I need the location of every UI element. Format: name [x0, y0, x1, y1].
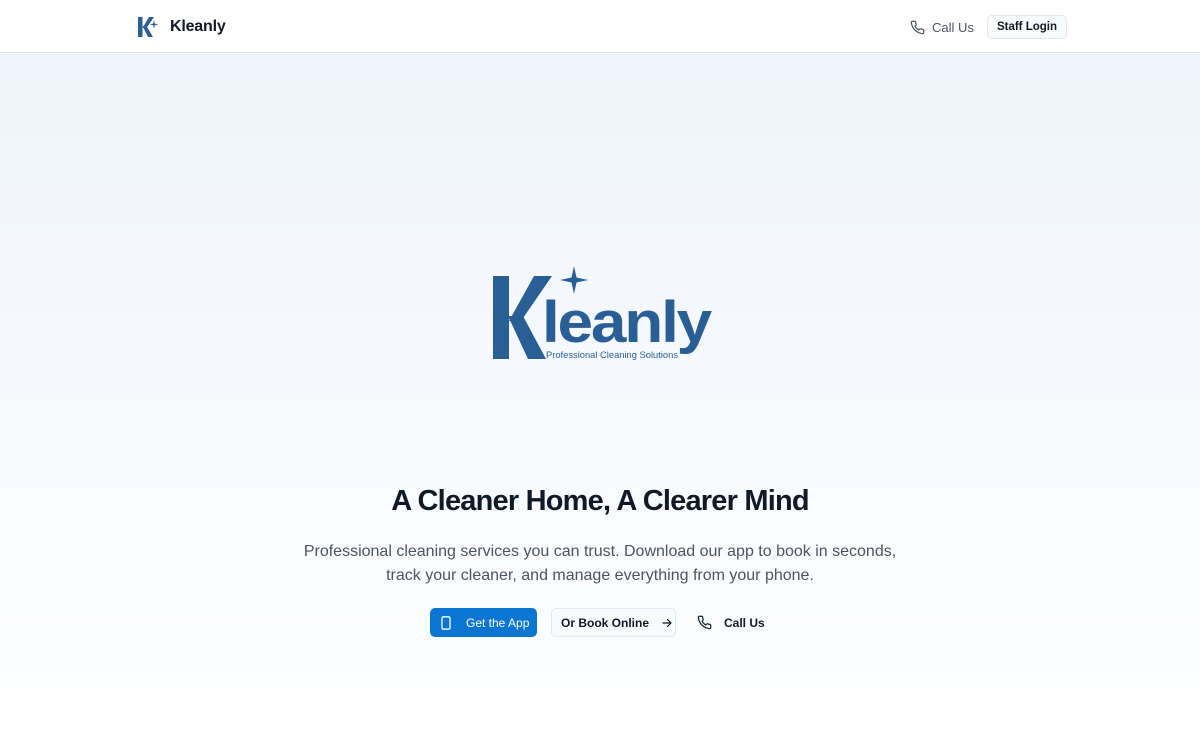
smartphone-icon — [441, 615, 451, 630]
brand-home-link[interactable]: Kleanly — [137, 14, 226, 40]
book-online-label: Or Book Online — [561, 615, 650, 630]
hero-section: leanly Professional Cleaning Solutions A… — [0, 54, 1200, 750]
kleanly-logo-icon — [138, 17, 159, 37]
hero-title: A Cleaner Home, A Clearer Mind — [391, 485, 809, 517]
phone-icon — [697, 615, 712, 630]
arrow-right-icon — [662, 618, 672, 627]
phone-icon — [910, 20, 925, 34]
hero-call-us-button[interactable]: Call Us — [697, 608, 765, 637]
get-the-app-button[interactable]: Get the App — [430, 608, 537, 637]
hero-subtitle: Professional cleaning services you can t… — [303, 543, 897, 584]
nav-actions: Call Us Staff Login — [910, 15, 1067, 39]
hero-logo-wordmark: leanly — [542, 290, 712, 355]
top-navbar: Kleanly Call Us Staff Login — [0, 0, 1200, 53]
nav-call-us-link[interactable]: Call Us — [910, 20, 974, 35]
staff-login-button[interactable]: Staff Login — [986, 15, 1067, 39]
brand-name: Kleanly — [170, 18, 226, 35]
hero-cta-row: Get the App Or Book Online Call Us — [430, 608, 765, 637]
hero-call-us-label: Call Us — [724, 615, 765, 630]
get-the-app-label: Get the App — [466, 615, 530, 630]
nav-call-label: Call Us — [932, 19, 974, 35]
kleanly-hero-logo: leanly Professional Cleaning Solutions — [493, 266, 714, 360]
hero-logo-tagline: Professional Cleaning Solutions — [546, 350, 679, 360]
book-online-button[interactable]: Or Book Online — [551, 608, 676, 637]
